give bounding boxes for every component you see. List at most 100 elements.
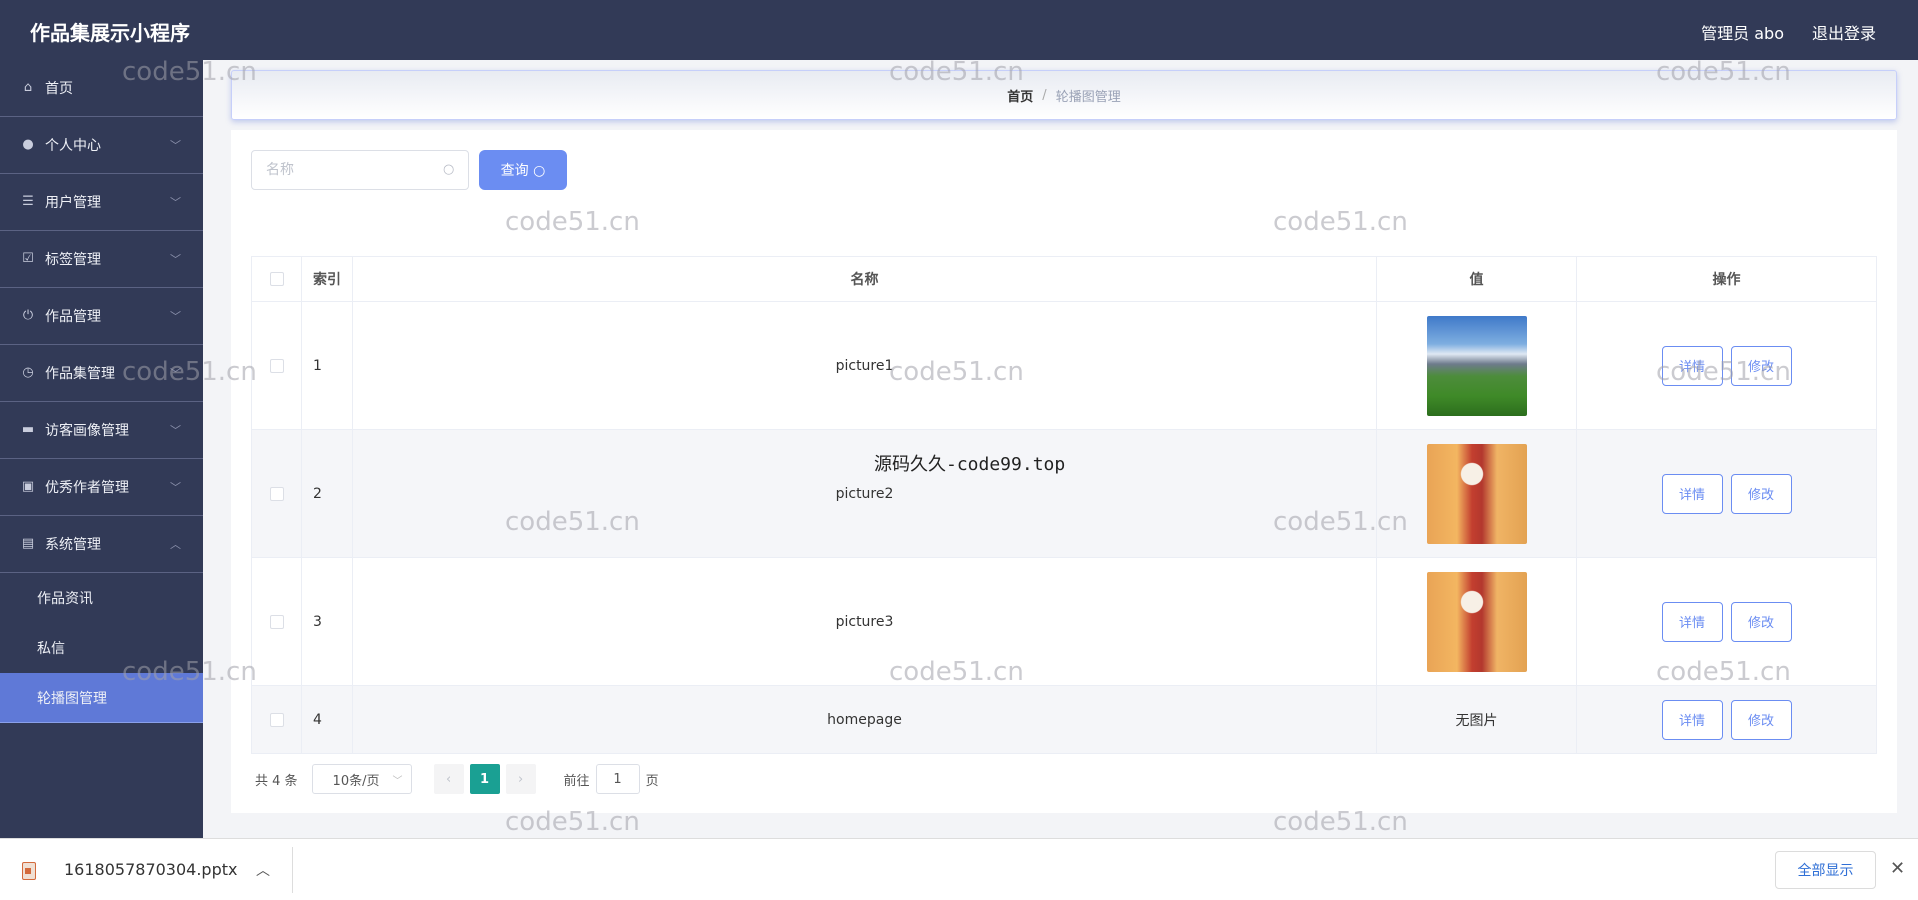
divider — [292, 847, 293, 893]
page-size-select[interactable]: 10条/页 ﹀ — [311, 764, 412, 794]
page-number[interactable]: 1 — [469, 764, 500, 794]
data-table: 索引 名称 值 操作 1 picture1 详情 修改 2 picture2 详… — [251, 256, 1877, 754]
row-ops: 详情 修改 — [1577, 686, 1876, 753]
breadcrumb-separator: / — [1042, 87, 1047, 103]
detail-button[interactable]: 详情 — [1661, 345, 1723, 386]
page-size-value: 10条/页 — [332, 773, 380, 789]
row-ops: 详情 修改 — [1577, 430, 1876, 557]
detail-button[interactable]: 详情 — [1661, 473, 1723, 514]
row-checkbox-cell — [252, 686, 302, 753]
page-unit-label: 页 — [645, 773, 659, 789]
detail-button[interactable]: 详情 — [1661, 699, 1723, 740]
sidebar-item-works[interactable]: ⏻ 作品管理 ﹀ — [0, 288, 203, 345]
row-value: 无图片 — [1377, 686, 1577, 753]
row-index: 2 — [302, 430, 353, 557]
sidebar: ⌂ 首页 ● 个人中心 ﹀ ☰ 用户管理 ﹀ ☑ 标签管理 ﹀ ⏻ 作品管理 ﹀… — [0, 60, 203, 838]
pagination: 共 4 条 10条/页 ﹀ ‹ 1 › 前往 页 — [255, 764, 659, 794]
next-page-button[interactable]: › — [505, 764, 536, 794]
row-index: 3 — [302, 558, 353, 685]
sidebar-item-collections[interactable]: ◷ 作品集管理 ﹀ — [0, 345, 203, 402]
chevron-down-icon: ﹀ — [392, 776, 403, 787]
row-checkbox-cell — [252, 302, 302, 429]
download-bar: 1618057870304.pptx ︿ 全部显示 ✕ — [0, 838, 1918, 900]
edit-button[interactable]: 修改 — [1730, 699, 1792, 740]
header-checkbox-cell — [252, 257, 302, 301]
search-input[interactable] — [251, 150, 469, 190]
row-value-cell — [1377, 302, 1577, 429]
row-name: homepage — [353, 686, 1377, 753]
toy-figure-image — [1426, 571, 1527, 672]
edit-button[interactable]: 修改 — [1730, 345, 1792, 386]
sidebar-item-users[interactable]: ☰ 用户管理 ﹀ — [0, 174, 203, 231]
logout-link[interactable]: 退出登录 — [1812, 20, 1876, 44]
sidebar-item-label: 首页 — [45, 81, 73, 97]
sidebar-item-system[interactable]: ▤ 系统管理 ︿ — [0, 516, 203, 573]
sidebar-item-authors[interactable]: ▣ 优秀作者管理 ﹀ — [0, 459, 203, 516]
header-ops: 操作 — [1712, 272, 1741, 288]
clock-icon: ◷ — [22, 365, 34, 380]
breadcrumb-current: 轮播图管理 — [1055, 89, 1121, 105]
pagination-total: 共 4 条 — [255, 773, 298, 789]
server-icon: ▤ — [21, 536, 35, 551]
prev-page-button[interactable]: ‹ — [433, 764, 464, 794]
tag-icon: ☑ — [22, 251, 34, 266]
briefcase-icon: ▣ — [21, 479, 35, 494]
table-row: 1 picture1 详情 修改 — [252, 302, 1876, 430]
chevron-up-icon: ︿ — [170, 538, 181, 551]
query-button[interactable]: 查询 ○ — [479, 150, 567, 190]
row-checkbox[interactable] — [269, 486, 284, 501]
header-index: 索引 — [302, 257, 353, 301]
toy-figure-image — [1426, 443, 1527, 544]
sidebar-item-home[interactable]: ⌂ 首页 — [0, 60, 203, 117]
sidebar-item-label: 作品集管理 — [45, 366, 115, 382]
show-all-button[interactable]: 全部显示 — [1775, 851, 1876, 889]
top-bar: 作品集展示小程序 管理员 abo 退出登录 — [0, 0, 1918, 60]
header-value: 值 — [1377, 257, 1577, 301]
header-name: 名称 — [353, 257, 1377, 301]
header-actions: 管理员 abo 退出登录 — [1701, 20, 1876, 44]
search-icon: ○ — [443, 162, 455, 177]
sidebar-item-label: 系统管理 — [45, 537, 101, 553]
row-index: 1 — [302, 302, 353, 429]
ticket-icon: ▬ — [21, 422, 35, 437]
edit-button[interactable]: 修改 — [1730, 601, 1792, 642]
sidebar-item-visitors[interactable]: ▬ 访客画像管理 ﹀ — [0, 402, 203, 459]
sidebar-item-label: 标签管理 — [45, 252, 101, 268]
sidebar-item-tags[interactable]: ☑ 标签管理 ﹀ — [0, 231, 203, 288]
sidebar-item-profile[interactable]: ● 个人中心 ﹀ — [0, 117, 203, 174]
chevron-down-icon: ﹀ — [170, 196, 181, 209]
user-icon: ● — [22, 137, 34, 152]
sidebar-subitem-messages[interactable]: 私信 — [0, 623, 203, 673]
select-all-checkbox[interactable] — [269, 272, 284, 286]
table-header: 索引 名称 值 操作 — [252, 257, 1876, 302]
chevron-down-icon: ﹀ — [170, 139, 181, 152]
sidebar-item-label: 作品管理 — [45, 309, 101, 325]
goto-label: 前往 — [563, 773, 590, 789]
home-icon: ⌂ — [23, 80, 33, 95]
sidebar-item-label: 个人中心 — [45, 138, 101, 154]
edit-button[interactable]: 修改 — [1730, 473, 1792, 514]
sidebar-subitem-carousel[interactable]: 轮播图管理 — [0, 673, 203, 723]
admin-user: 管理员 abo — [1701, 24, 1784, 43]
row-ops: 详情 修改 — [1577, 558, 1876, 685]
mountain-landscape-image — [1426, 315, 1527, 416]
goto-page-input[interactable] — [595, 764, 640, 794]
row-checkbox[interactable] — [269, 358, 284, 373]
detail-button[interactable]: 详情 — [1661, 601, 1723, 642]
row-name: picture2 — [353, 430, 1377, 557]
row-checkbox[interactable] — [269, 614, 284, 629]
sidebar-item-label: 优秀作者管理 — [45, 480, 129, 496]
chevron-up-icon[interactable]: ︿ — [256, 860, 270, 880]
search-icon: ○ — [533, 163, 546, 179]
close-icon[interactable]: ✕ — [1890, 858, 1905, 879]
breadcrumb-home[interactable]: 首页 — [1007, 86, 1033, 105]
pptx-file-icon — [22, 862, 36, 880]
chevron-down-icon: ﹀ — [170, 367, 181, 380]
chevron-down-icon: ﹀ — [170, 481, 181, 494]
download-file-name[interactable]: 1618057870304.pptx — [64, 860, 237, 879]
sidebar-subitem-news[interactable]: 作品资讯 — [0, 573, 203, 623]
query-button-label: 查询 — [500, 163, 529, 179]
sidebar-item-label: 访客画像管理 — [45, 423, 129, 439]
overlay-caption: 源码久久-code99.top — [874, 454, 1066, 475]
row-checkbox[interactable] — [269, 712, 284, 727]
